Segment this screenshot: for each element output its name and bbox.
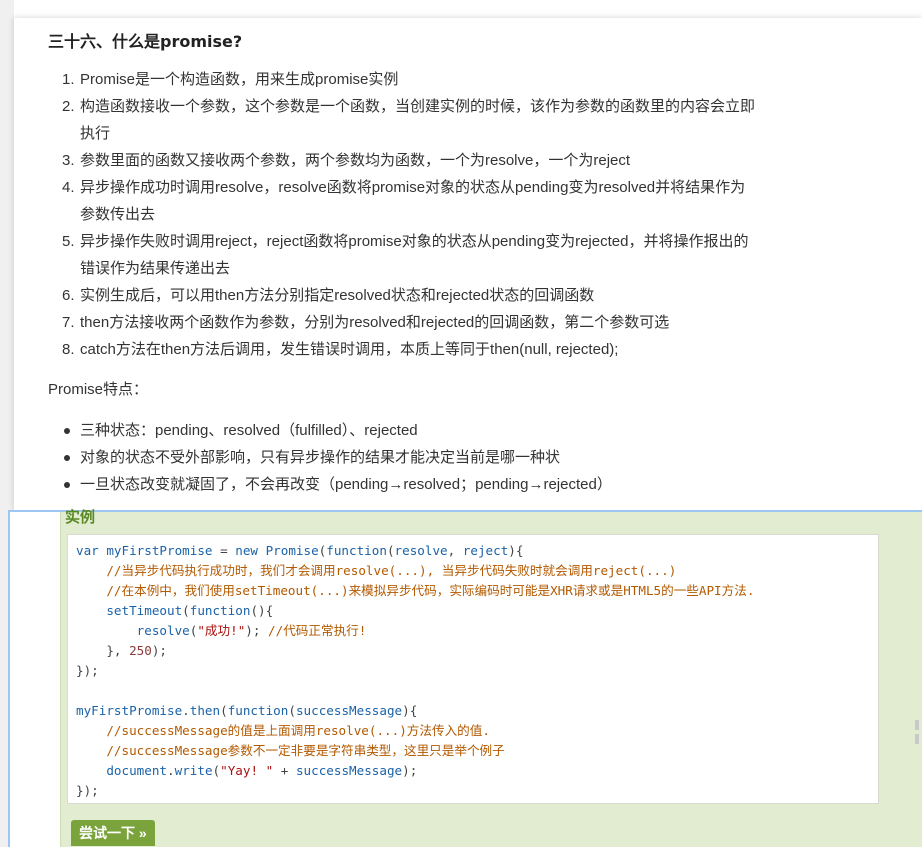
feature-text: 对象的状态不受外部影响，只有异步操作的结果才能决定当前是哪一种状 [80, 449, 561, 466]
step-item: 6. 实例生成后，可以用then方法分别指定resolved状态和rejected… [62, 282, 822, 309]
features-list: 三种状态：pending、resolved（fulfilled）、rejecte… [64, 417, 824, 498]
section-title: 三十六、什么是promise? [48, 32, 243, 51]
step-item: 3. 参数里面的函数又接收两个参数，两个参数均为函数，一个为resolve，一个为… [62, 147, 822, 174]
step-text: Promise是一个构造函数，用来生成promise实例 [80, 71, 399, 88]
step-number: 4. [62, 179, 75, 196]
code-line: //successMessage的值是上面调用resolve(...)方法传入的… [106, 723, 490, 738]
scrollbar-ticks [912, 716, 922, 776]
step-text: catch方法在then方法后调用，发生错误时调用，本质上等同于then(nul… [80, 341, 619, 358]
code-line: }); [76, 783, 99, 798]
features-label: Promise特点： [48, 381, 149, 398]
step-text: 执行 [80, 125, 111, 142]
code-block[interactable]: var myFirstPromise = new Promise(functio… [67, 534, 879, 804]
code-line: }); [76, 663, 99, 678]
example-box: 实例 var myFirstPromise = new Promise(func… [60, 509, 922, 847]
example-selection-frame: 实例 var myFirstPromise = new Promise(func… [8, 509, 922, 847]
bullet-icon [64, 455, 70, 461]
step-number: 5. [62, 233, 75, 250]
step-item: 4. 异步操作成功时调用resolve，resolve函数将promise对象的状… [62, 174, 822, 228]
step-item: 8. catch方法在then方法后调用，发生错误时调用，本质上等同于then(n… [62, 336, 822, 363]
code-line: var myFirstPromise = new Promise(functio… [76, 543, 524, 558]
step-item: 7. then方法接收两个函数作为参数，分别为resolved和rejected的… [62, 309, 822, 336]
example-title: 实例 [65, 509, 96, 526]
code-line: document.write("Yay! " + successMessage)… [106, 763, 418, 778]
step-number: 8. [62, 341, 75, 358]
step-item: 1. Promise是一个构造函数，用来生成promise实例 [62, 66, 822, 93]
step-text: 错误作为结果传递出去 [80, 260, 231, 277]
step-number: 6. [62, 287, 75, 304]
code-line: //在本例中，我们使用setTimeout(...)来模拟异步代码，实际编码时可… [106, 583, 755, 598]
feature-item: 三种状态：pending、resolved（fulfilled）、rejecte… [64, 417, 824, 444]
step-number: 1. [62, 71, 75, 88]
step-number: 3. [62, 152, 75, 169]
code-text: var myFirstPromise = new Promise(functio… [76, 541, 754, 801]
bullet-icon [64, 482, 70, 488]
step-number: 2. [62, 98, 75, 115]
step-text: 异步操作成功时调用resolve，resolve函数将promise对象的状态从… [80, 179, 746, 196]
code-line: //successMessage参数不一定非要是字符串类型，这里只是举个例子 [106, 743, 505, 758]
bullet-icon [64, 428, 70, 434]
step-text: 实例生成后，可以用then方法分别指定resolved状态和rejected状态… [80, 287, 595, 304]
step-item: 2. 构造函数接收一个参数，这个参数是一个函数，当创建实例的时候，该作为参数的函数… [62, 93, 822, 147]
step-text: 参数传出去 [80, 206, 156, 223]
step-item: 5. 异步操作失败时调用reject，reject函数将promise对象的状态从… [62, 228, 822, 282]
step-text: 构造函数接收一个参数，这个参数是一个函数，当创建实例的时候，该作为参数的函数里的… [80, 98, 756, 115]
code-line: }, 250); [76, 643, 167, 658]
feature-item: 一旦状态改变就凝固了，不会再改变（pending→resolved；pendin… [64, 471, 824, 498]
feature-item: 对象的状态不受外部影响，只有异步操作的结果才能决定当前是哪一种状 [64, 444, 824, 471]
code-line: //当异步代码执行成功时，我们才会调用resolve(...), 当异步代码失败… [106, 563, 677, 578]
step-text: 异步操作失败时调用reject，reject函数将promise对象的状态从pe… [80, 233, 749, 250]
code-line: myFirstPromise.then(function(successMess… [76, 703, 418, 718]
feature-text: 一旦状态改变就凝固了，不会再改变（pending→resolved；pendin… [80, 476, 612, 493]
code-line: setTimeout(function(){ [106, 603, 274, 618]
steps-list: 1. Promise是一个构造函数，用来生成promise实例 2. 构造函数接收一个… [62, 66, 822, 363]
step-text: 参数里面的函数又接收两个参数，两个参数均为函数，一个为resolve，一个为re… [80, 152, 631, 169]
step-text: then方法接收两个函数作为参数，分别为resolved和rejected的回调… [80, 314, 670, 331]
try-it-button[interactable]: 尝试一下 » [71, 820, 155, 846]
feature-text: 三种状态：pending、resolved（fulfilled）、rejecte… [80, 422, 418, 439]
code-line: resolve("成功!"); //代码正常执行! [136, 623, 367, 638]
step-number: 7. [62, 314, 75, 331]
